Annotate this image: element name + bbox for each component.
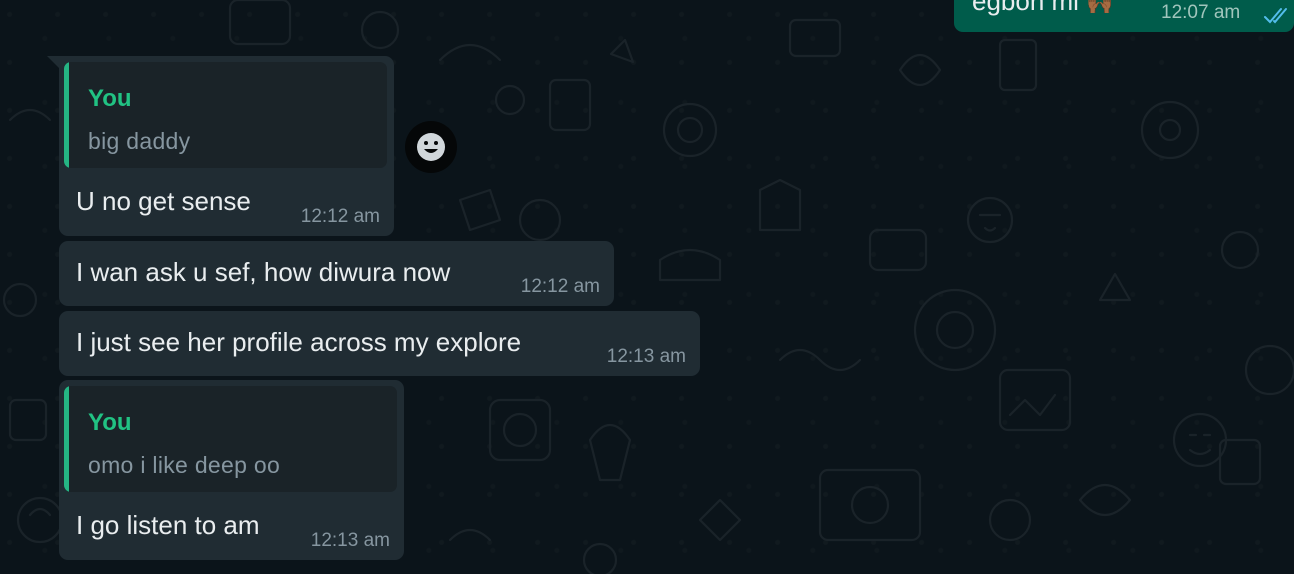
message-text: I wan ask u sef, how diwura now bbox=[76, 257, 451, 287]
quote-author: You bbox=[88, 409, 132, 436]
message-text: egbon mi 🙌🏾 bbox=[972, 0, 1114, 17]
incoming-message-bubble[interactable]: You omo i like deep oo I go listen to am… bbox=[59, 380, 404, 560]
smiley-icon bbox=[417, 133, 445, 161]
message-text: I just see her profile across my explore bbox=[76, 327, 522, 357]
message-timestamp: 12:13 am bbox=[310, 530, 390, 551]
quoted-message[interactable]: You big daddy bbox=[64, 62, 387, 168]
incoming-message-bubble[interactable]: I just see her profile across my explore… bbox=[59, 311, 700, 376]
quote-text: omo i like deep oo bbox=[88, 452, 281, 478]
message-text: I go listen to am bbox=[76, 510, 260, 540]
reaction-button[interactable] bbox=[405, 121, 457, 173]
double-check-read-icon bbox=[1264, 8, 1287, 24]
quote-accent-bar bbox=[64, 62, 69, 168]
message-timestamp: 12:13 am bbox=[606, 346, 686, 367]
raising-hands-emoji-icon: 🙌🏾 bbox=[1086, 0, 1114, 15]
incoming-message-bubble[interactable]: You big daddy U no get sense 12:12 am bbox=[47, 56, 394, 236]
incoming-message-bubble[interactable]: I wan ask u sef, how diwura now 12:12 am bbox=[59, 241, 614, 306]
outgoing-message-bubble[interactable]: egbon mi 🙌🏾 12:07 am bbox=[954, 0, 1294, 32]
message-timestamp: 12:07 am bbox=[1161, 2, 1241, 23]
quote-author: You bbox=[88, 85, 132, 112]
quote-accent-bar bbox=[64, 386, 69, 492]
quote-text: big daddy bbox=[88, 128, 191, 154]
quoted-message[interactable]: You omo i like deep oo bbox=[64, 386, 397, 492]
message-text: U no get sense bbox=[76, 186, 251, 216]
chat-area: egbon mi 🙌🏾 12:07 am You big daddy U no … bbox=[0, 0, 1294, 574]
message-timestamp: 12:12 am bbox=[300, 206, 380, 227]
message-timestamp: 12:12 am bbox=[520, 276, 600, 297]
bubble-tail bbox=[47, 56, 61, 70]
